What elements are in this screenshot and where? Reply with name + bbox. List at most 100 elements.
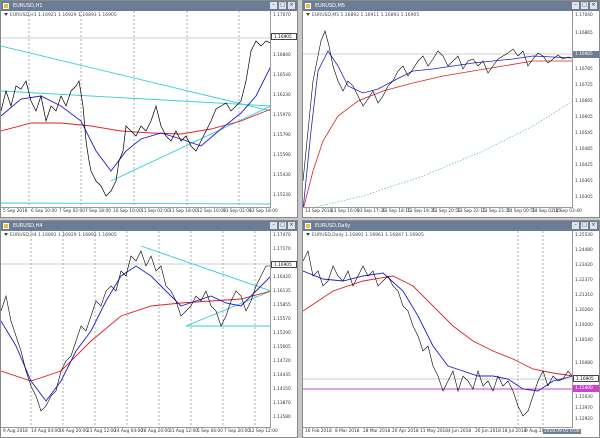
price-label: 1.13970 bbox=[575, 406, 593, 411]
current-price-label: 1.16905 bbox=[271, 261, 297, 268]
symbol-info: EURUSD,M5 1.16892 1.16911 1.16893 1.1690… bbox=[306, 13, 419, 18]
time-label: 14 Aug 04:00 bbox=[31, 429, 60, 434]
time-label: 10 Sep 10:00 bbox=[113, 209, 142, 214]
minimize-icon[interactable]: – bbox=[270, 2, 277, 9]
price-label: 1.23420 bbox=[575, 263, 593, 268]
time-label: 11 May 2018 bbox=[420, 429, 449, 434]
price-label: 1.16230 bbox=[273, 93, 291, 98]
symbol-info: EURUSD,H4 1.16891 1.16929 1.16893 1.1690… bbox=[4, 233, 117, 238]
price-label: 1.14150 bbox=[273, 387, 291, 392]
price-label: 1.16545 bbox=[575, 131, 593, 136]
chart-title: EURUSD,M5 bbox=[315, 3, 346, 9]
time-label: 16 Feb 2018 bbox=[305, 429, 332, 434]
price-label: 1.20260 bbox=[575, 308, 593, 313]
minimize-icon[interactable]: – bbox=[572, 2, 579, 9]
maximize-icon[interactable]: □ bbox=[279, 222, 286, 229]
price-label: 1.13870 bbox=[273, 401, 291, 406]
price-label: 1.16365 bbox=[575, 179, 593, 184]
symbol-info: EURUSD,Daily 1.16891 1.16961 1.16847 1.1… bbox=[306, 233, 424, 238]
price-label: 1.15030 bbox=[575, 395, 593, 400]
time-label: 9 Aug 2018 bbox=[3, 429, 28, 434]
price-label: 1.16420 bbox=[273, 275, 291, 280]
current-price-label: 1.16905 bbox=[573, 51, 599, 58]
price-label: 1.18140 bbox=[575, 338, 593, 343]
maximize-icon[interactable]: □ bbox=[581, 2, 588, 9]
price-scale[interactable]: 1.17470 1.17170 1.16905 1.16420 1.16135 … bbox=[270, 231, 297, 430]
time-scale[interactable]: 13 Sep 2018 13 Sep 16:00 13 Sep 17:35 13… bbox=[303, 207, 582, 217]
price-label: 1.14720 bbox=[273, 359, 291, 364]
price-label: 1.12920 bbox=[575, 417, 593, 422]
price-label: 1.22370 bbox=[575, 278, 593, 283]
price-label: 1.16865 bbox=[575, 31, 593, 36]
price-scale[interactable]: 1.17070 1.16905 1.16840 1.16540 1.16230 … bbox=[270, 11, 297, 210]
chart-title-bar[interactable]: EURUSD,M5 – □ × bbox=[303, 1, 599, 11]
chart-icon bbox=[305, 223, 311, 229]
chart-icon bbox=[3, 223, 9, 229]
price-label: 1.19200 bbox=[575, 323, 593, 328]
price-label: 1.15590 bbox=[273, 153, 291, 158]
maximize-icon[interactable]: □ bbox=[581, 222, 588, 229]
dropdown-arrow-icon bbox=[4, 13, 8, 16]
chart-window-daily[interactable]: EURUSD,Daily – □ × EURUSD,Daily 1.16891 1.… bbox=[302, 220, 600, 438]
chart-canvas bbox=[1, 11, 271, 210]
price-label: 1.16135 bbox=[273, 289, 291, 294]
maximize-icon[interactable]: □ bbox=[279, 2, 286, 9]
dropdown-arrow-icon bbox=[306, 13, 310, 16]
close-icon[interactable]: × bbox=[288, 222, 295, 229]
time-label: 11 Sep 02:00 bbox=[141, 209, 170, 214]
minimize-icon[interactable]: – bbox=[270, 222, 277, 229]
time-label: 5 Sep 04:00 bbox=[197, 429, 223, 434]
chart-canvas bbox=[303, 231, 573, 430]
time-label: 12 Sep 10:00 bbox=[197, 209, 226, 214]
chart-title: EURUSD,H1 bbox=[13, 3, 43, 9]
time-label: 7 Sep 18:00 bbox=[85, 209, 111, 214]
price-label: 1.16725 bbox=[575, 83, 593, 88]
time-label: 20 Apr 2018 bbox=[392, 429, 419, 434]
time-label: 13 Sep 2018 bbox=[305, 209, 333, 214]
price-label: 1.16785 bbox=[575, 67, 593, 72]
price-label: 1.17040 bbox=[575, 13, 593, 18]
price-label: 1.17070 bbox=[273, 13, 291, 18]
price-label: 1.17470 bbox=[273, 233, 291, 238]
price-label: 1.25530 bbox=[575, 233, 593, 238]
chart-icon bbox=[305, 3, 311, 9]
chart-title-bar[interactable]: EURUSD,H4 – □ × bbox=[1, 221, 297, 231]
close-icon[interactable]: × bbox=[590, 2, 597, 9]
chart-window-h4[interactable]: EURUSD,H4 – □ × EURUSD,H4 1.16891 1.16929 … bbox=[0, 220, 298, 438]
time-scale[interactable]: 5 Sep 2018 6 Sep 10:00 7 Sep 02:00 7 Sep… bbox=[1, 207, 278, 217]
chart-title-bar[interactable]: EURUSD,Daily – □ × bbox=[303, 221, 599, 231]
time-scale[interactable]: 16 Feb 2018 8 Mar 2018 28 Mar 2018 20 Ap… bbox=[303, 427, 581, 437]
price-chart[interactable] bbox=[1, 231, 271, 430]
price-label: 1.24480 bbox=[575, 248, 593, 253]
price-chart[interactable] bbox=[303, 231, 573, 430]
price-chart[interactable] bbox=[1, 11, 271, 210]
time-label: 21 Aug 12:00 bbox=[87, 429, 116, 434]
time-label: 28 Mar 2018 bbox=[363, 429, 391, 434]
time-label: 5 Sep 2018 bbox=[3, 209, 28, 214]
price-label: 1.15855 bbox=[273, 303, 291, 308]
time-scale[interactable]: 9 Aug 2018 14 Aug 04:00 16 Aug 20:00 21 … bbox=[1, 427, 278, 437]
time-label: 8 Mar 2018 bbox=[335, 429, 360, 434]
price-chart[interactable] bbox=[303, 11, 573, 210]
minimize-icon[interactable]: – bbox=[572, 222, 579, 229]
price-label: 1.16605 bbox=[575, 115, 593, 120]
chart-icon bbox=[3, 3, 9, 9]
price-label: 1.15970 bbox=[273, 113, 291, 118]
time-label: 4 Jun 2018 bbox=[448, 429, 472, 434]
close-icon[interactable]: × bbox=[288, 2, 295, 9]
price-label: 1.16305 bbox=[575, 195, 593, 200]
time-label: 16 Aug 20:00 bbox=[59, 429, 88, 434]
chart-window-h1[interactable]: EURUSD,H1 – □ × EURUSD,H1 1.16921 1.16929 … bbox=[0, 0, 298, 218]
price-scale[interactable]: 1.17040 1.16865 1.16905 1.16785 1.16725 … bbox=[572, 11, 599, 210]
time-label: 13 Sep 02:00 bbox=[223, 209, 252, 214]
price-label: 1.15430 bbox=[273, 173, 291, 178]
time-label: 14 Sep 03:40 bbox=[553, 209, 582, 214]
price-scale[interactable]: 1.25530 1.24480 1.23420 1.22370 1.21310 … bbox=[572, 231, 599, 430]
chart-title-bar[interactable]: EURUSD,H1 – □ × bbox=[1, 1, 297, 11]
chart-window-m5[interactable]: EURUSD,M5 – □ × EURUSD,M5 1.16892 1.16911 … bbox=[302, 0, 600, 218]
close-icon[interactable]: × bbox=[590, 222, 597, 229]
time-label: 24 Aug 04:00 bbox=[114, 429, 143, 434]
price-label: 1.14435 bbox=[273, 373, 291, 378]
current-price-label: 1.16905 bbox=[573, 375, 599, 382]
price-label: 1.16485 bbox=[575, 147, 593, 152]
